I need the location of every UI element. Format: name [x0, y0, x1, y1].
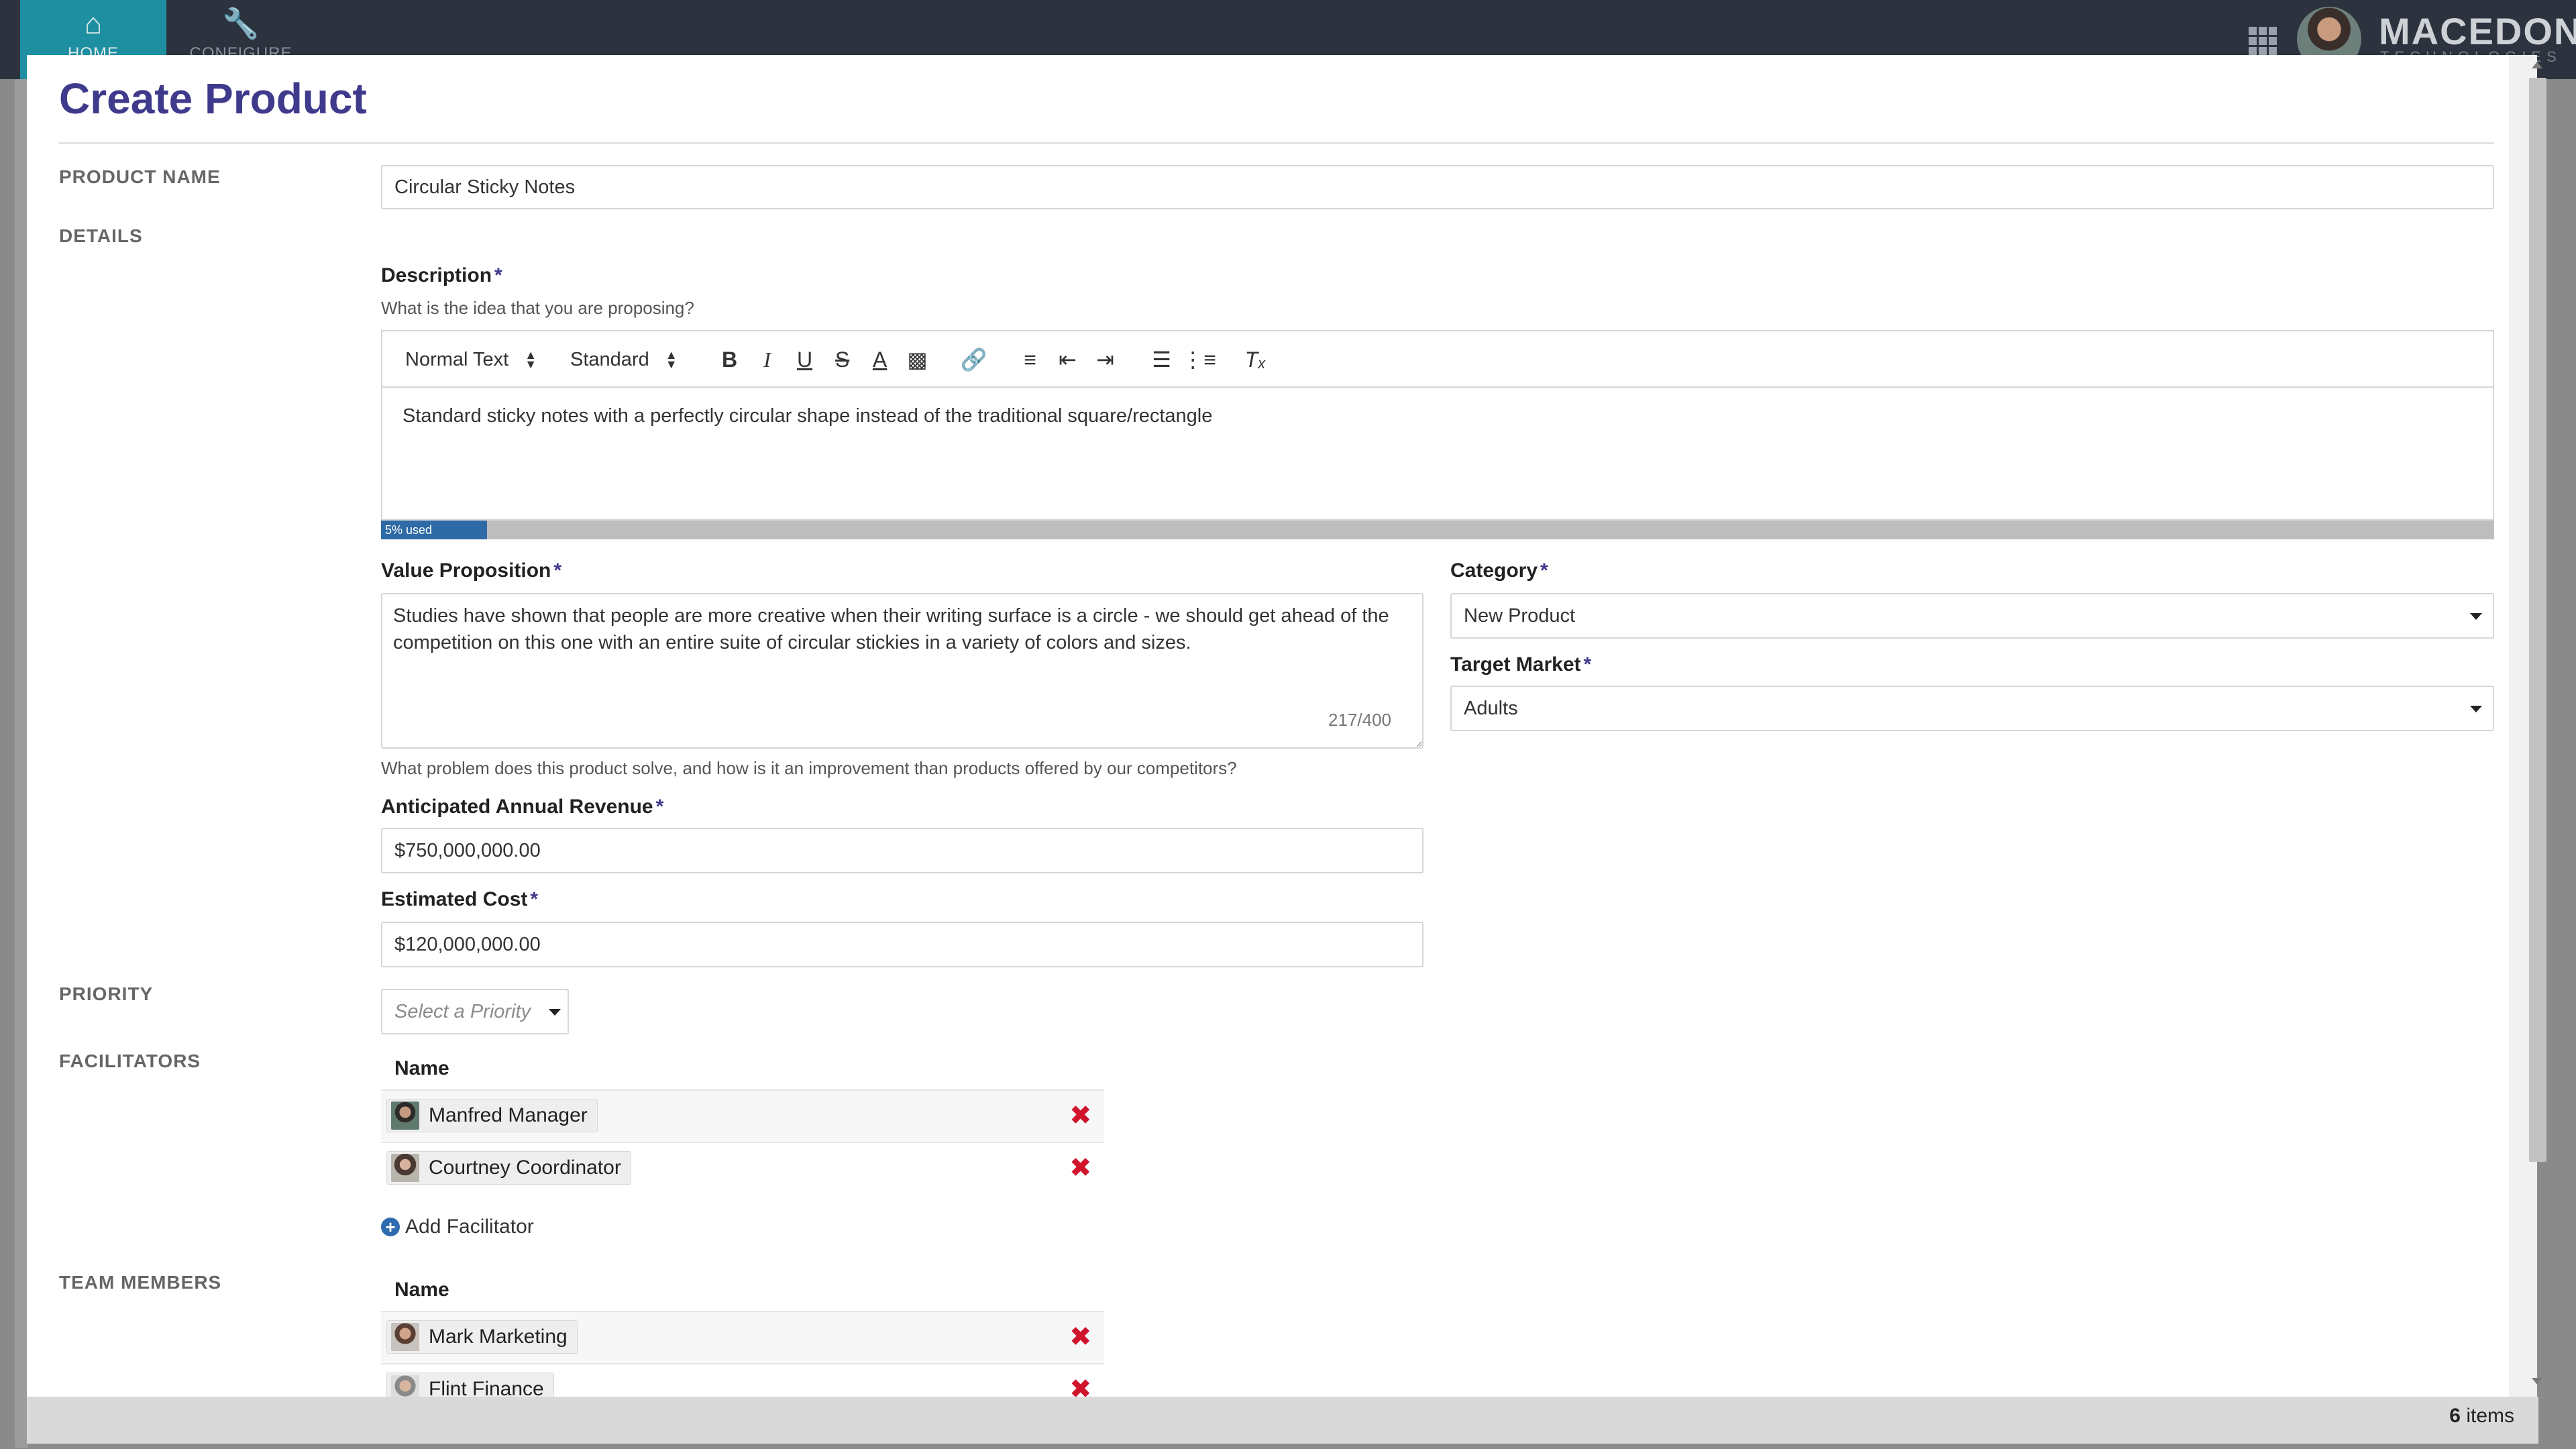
- category-caret-icon: [2470, 613, 2482, 620]
- bold-icon[interactable]: B: [711, 347, 749, 372]
- font-select[interactable]: Standard ▲ ▼: [570, 349, 678, 371]
- category-label: Category *: [1450, 559, 1548, 582]
- person-chip: Flint Finance: [386, 1373, 554, 1398]
- background-panel: [15, 79, 28, 1448]
- product-name-input[interactable]: Circular Sticky Notes: [381, 165, 2494, 209]
- description-editor[interactable]: Standard sticky notes with a perfectly c…: [381, 386, 2494, 521]
- target-market-select[interactable]: Adults: [1450, 686, 2494, 731]
- editor-toolbar: Normal Text ▲ ▼ Standard ▲ ▼ B I U S A ▩ 🔗 ≡…: [381, 330, 2494, 388]
- brand-logo: MACEDON: [2379, 10, 2576, 52]
- add-circle-icon: +: [381, 1218, 400, 1236]
- person-chip: Courtney Coordinator: [386, 1151, 631, 1185]
- text-color-icon[interactable]: A: [861, 347, 899, 372]
- text-style-select[interactable]: Normal Text ▲ ▼: [405, 349, 537, 371]
- ordered-list-icon[interactable]: ☰: [1143, 347, 1181, 372]
- underline-icon[interactable]: U: [786, 347, 824, 372]
- select-arrows-icon: ▲ ▼: [525, 348, 537, 371]
- scrollbar-thumb[interactable]: [2529, 78, 2546, 1162]
- table-row: Mark Marketing ✖: [381, 1311, 1104, 1363]
- remove-icon[interactable]: ✖: [1069, 1100, 1092, 1131]
- remove-icon[interactable]: ✖: [1069, 1322, 1092, 1352]
- facilitators-name-header: Name: [394, 1057, 449, 1079]
- value-proposition-hint: What problem does this product solve, an…: [381, 758, 1237, 778]
- bullet-list-icon[interactable]: ⋮≡: [1181, 347, 1218, 372]
- avatar: [391, 1375, 419, 1398]
- usage-fill: 5% used: [381, 521, 487, 539]
- clear-format-icon[interactable]: Tₓ: [1237, 347, 1275, 372]
- avatar: [391, 1154, 419, 1182]
- home-icon: ⌂: [84, 7, 103, 40]
- wrench-icon: 🔧: [222, 7, 260, 40]
- team-name-header: Name: [394, 1279, 449, 1301]
- cost-label: Estimated Cost *: [381, 888, 539, 910]
- footer-bar: [27, 1397, 2538, 1444]
- avatar: [391, 1323, 419, 1351]
- page-title: Create Product: [59, 74, 367, 123]
- description-hint: What is the idea that you are proposing?: [381, 298, 694, 318]
- section-label-details: DETAILS: [59, 225, 143, 246]
- value-proposition-count: 217/400: [1328, 710, 1391, 730]
- italic-icon[interactable]: I: [749, 347, 786, 372]
- section-label-priority: PRIORITY: [59, 983, 154, 1004]
- person-chip: Manfred Manager: [386, 1099, 598, 1132]
- table-row: Flint Finance ✖: [381, 1363, 1104, 1398]
- value-proposition-label: Value Proposition *: [381, 559, 562, 582]
- section-label-team-members: TEAM MEMBERS: [59, 1272, 222, 1293]
- table-row: Courtney Coordinator ✖: [381, 1142, 1104, 1194]
- revenue-label: Anticipated Annual Revenue *: [381, 796, 664, 818]
- scroll-up-icon[interactable]: [2532, 62, 2542, 68]
- remove-icon[interactable]: ✖: [1069, 1152, 1092, 1183]
- category-select[interactable]: New Product: [1450, 593, 2494, 639]
- cost-input[interactable]: $120,000,000.00: [381, 922, 1424, 967]
- target-market-caret-icon: [2470, 706, 2482, 712]
- items-count: 6 items: [2449, 1405, 2514, 1427]
- value-proposition-textarea[interactable]: [381, 593, 1424, 749]
- apps-grid-icon[interactable]: [2249, 27, 2277, 55]
- scroll-down-icon[interactable]: [2532, 1378, 2542, 1385]
- strikethrough-icon[interactable]: S: [824, 347, 861, 372]
- description-label: Description *: [381, 264, 502, 286]
- avatar: [391, 1102, 419, 1130]
- target-market-label: Target Market *: [1450, 653, 1592, 676]
- add-facilitator-link[interactable]: + Add Facilitator: [381, 1216, 534, 1238]
- outdent-icon[interactable]: ⇤: [1049, 347, 1087, 372]
- indent-icon[interactable]: ⇥: [1087, 347, 1124, 372]
- title-divider: [59, 142, 2494, 144]
- section-label-facilitators: FACILITATORS: [59, 1051, 201, 1071]
- highlight-icon[interactable]: ▩: [899, 347, 936, 372]
- priority-select[interactable]: Select a Priority: [381, 989, 569, 1034]
- section-label-product-name: PRODUCT NAME: [59, 166, 221, 187]
- table-row: Manfred Manager ✖: [381, 1089, 1104, 1142]
- link-icon[interactable]: 🔗: [955, 347, 993, 372]
- description-usage-bar: 5% used: [381, 521, 2494, 539]
- select-arrows-icon: ▲ ▼: [665, 348, 678, 371]
- person-chip: Mark Marketing: [386, 1320, 578, 1354]
- revenue-input[interactable]: $750,000,000.00: [381, 828, 1424, 873]
- remove-icon[interactable]: ✖: [1069, 1374, 1092, 1398]
- priority-caret-icon: [549, 1009, 561, 1016]
- align-icon[interactable]: ≡: [1012, 347, 1049, 372]
